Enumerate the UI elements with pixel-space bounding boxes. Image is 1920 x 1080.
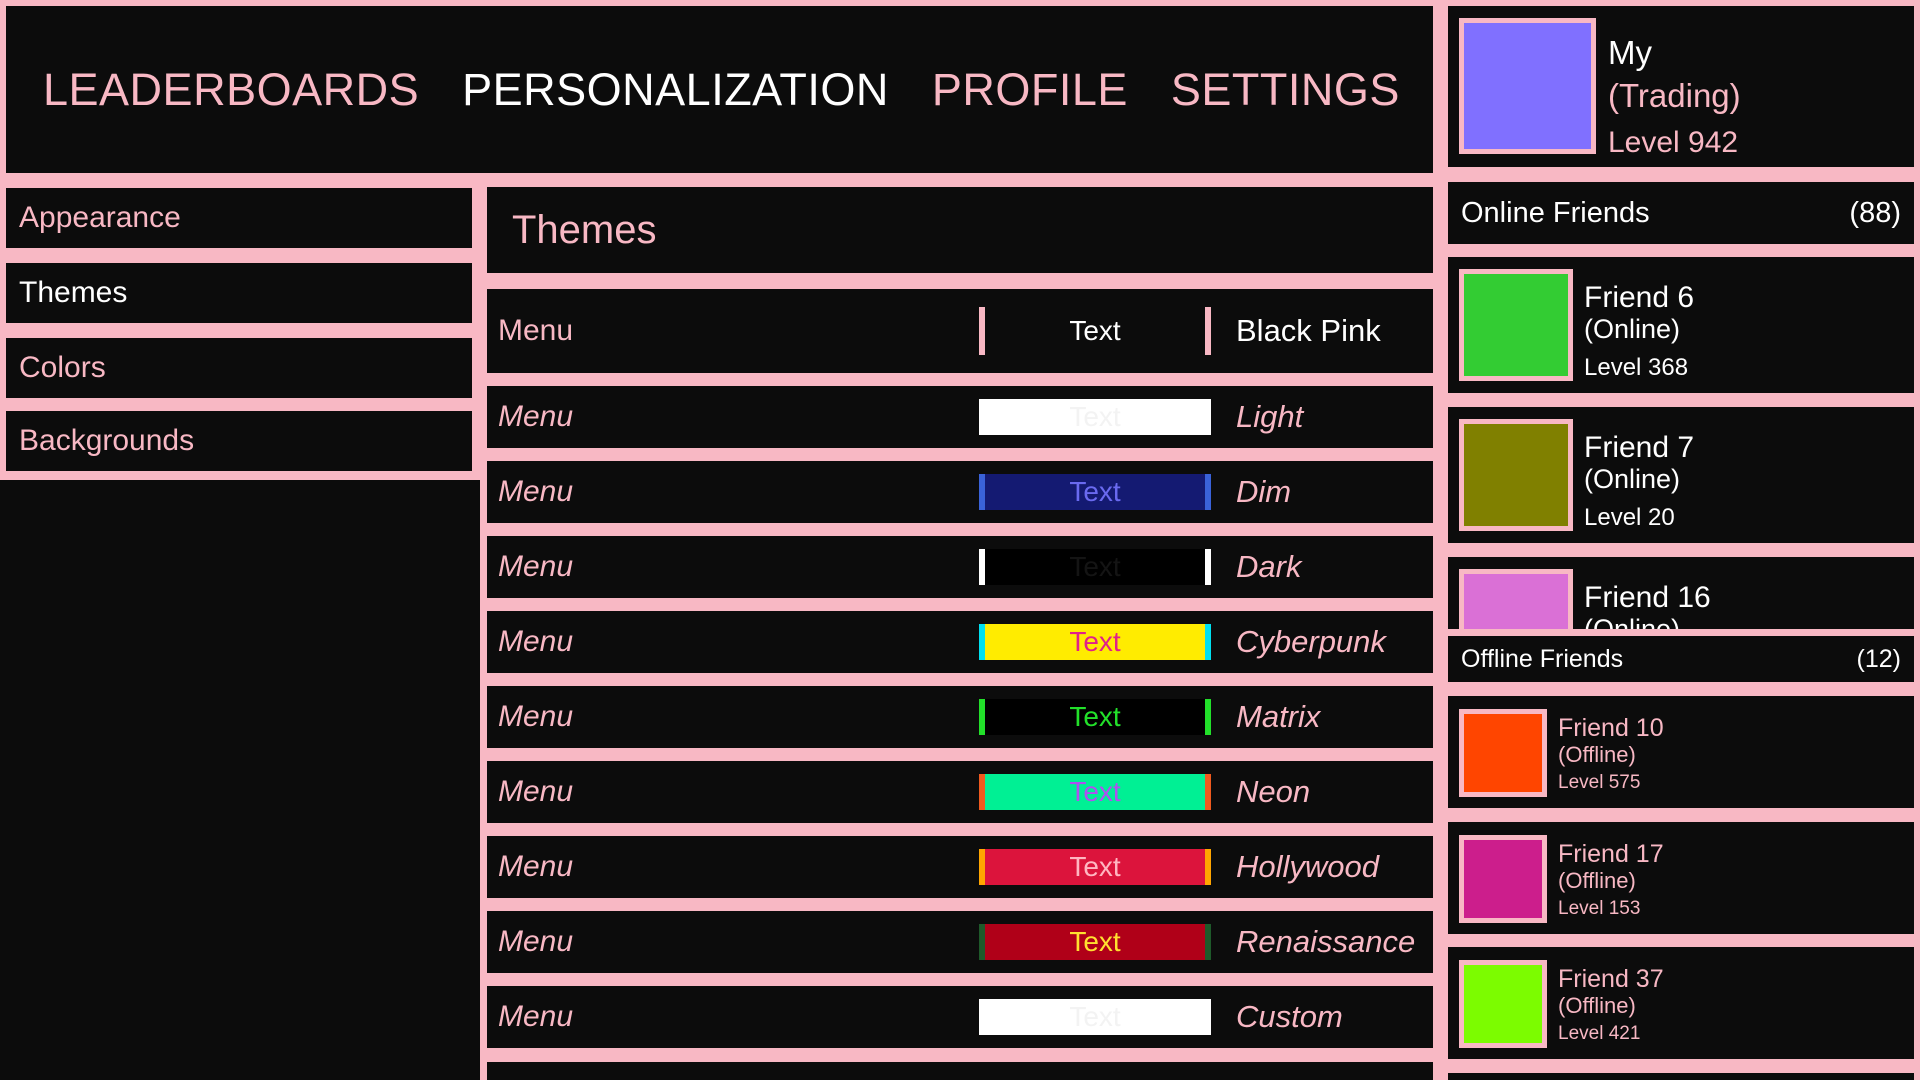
friend-level: Level 575 bbox=[1558, 772, 1641, 793]
avatar bbox=[1459, 269, 1573, 381]
friend-status: (Online) bbox=[1584, 464, 1681, 494]
online-friends-list: Friend 6 (Online) Level 368 Friend 7 (On… bbox=[0, 0, 1920, 629]
theme-swatch: Text bbox=[979, 774, 1211, 810]
theme-name: Matrix bbox=[1236, 699, 1321, 734]
offline-friends-title: Offline Friends bbox=[1461, 644, 1624, 673]
friend-level: Level 20 bbox=[1584, 504, 1675, 531]
theme-menu-label: Menu bbox=[498, 925, 574, 958]
theme-row-hollywood[interactable]: Menu Text Hollywood bbox=[487, 836, 1433, 898]
friend-card-partial[interactable] bbox=[1448, 1073, 1914, 1080]
theme-swatch: Text bbox=[979, 699, 1211, 735]
theme-row-renaissance[interactable]: Menu Text Renaissance bbox=[487, 911, 1433, 973]
friend-status: (Online) bbox=[1584, 614, 1681, 629]
theme-swatch: Text bbox=[979, 924, 1211, 960]
friend-card-online[interactable]: Friend 6 (Online) Level 368 bbox=[1448, 257, 1914, 393]
theme-row-matrix[interactable]: Menu Text Matrix bbox=[487, 686, 1433, 748]
friend-card-online[interactable]: Friend 16 (Online) bbox=[1448, 557, 1914, 629]
offline-friends-header[interactable]: Offline Friends (12) bbox=[1448, 636, 1914, 682]
friend-name: Friend 6 bbox=[1584, 281, 1695, 314]
friend-name: Friend 17 bbox=[1558, 840, 1664, 868]
theme-row-neon[interactable]: Menu Text Neon bbox=[487, 761, 1433, 823]
avatar bbox=[1459, 569, 1573, 629]
avatar bbox=[1459, 960, 1547, 1048]
avatar bbox=[1459, 835, 1547, 923]
theme-swatch: Text bbox=[979, 624, 1211, 660]
theme-row-custom[interactable]: Menu Text Custom bbox=[487, 986, 1433, 1048]
friend-card-offline[interactable]: Friend 10 (Offline) Level 575 bbox=[1448, 696, 1914, 808]
friend-status: (Offline) bbox=[1558, 742, 1636, 767]
theme-menu-label: Menu bbox=[498, 850, 574, 883]
friend-card-offline[interactable]: Friend 37 (Offline) Level 421 bbox=[1448, 947, 1914, 1059]
friend-level: Level 368 bbox=[1584, 354, 1689, 381]
theme-name: Neon bbox=[1236, 774, 1311, 809]
offline-friends-count: (12) bbox=[1856, 644, 1901, 673]
friend-name: Friend 7 bbox=[1584, 431, 1695, 464]
friend-status: (Offline) bbox=[1558, 993, 1636, 1018]
friend-level: Level 421 bbox=[1558, 1023, 1641, 1044]
friend-status: (Offline) bbox=[1558, 868, 1636, 893]
theme-name: Renaissance bbox=[1236, 924, 1416, 959]
friend-name: Friend 37 bbox=[1558, 965, 1664, 993]
theme-menu-label: Menu bbox=[498, 1000, 574, 1033]
friend-status: (Online) bbox=[1584, 314, 1681, 344]
avatar bbox=[1459, 419, 1573, 531]
theme-row-partial[interactable] bbox=[487, 1062, 1433, 1080]
theme-menu-label: Menu bbox=[498, 775, 574, 808]
friend-name: Friend 16 bbox=[1584, 581, 1711, 614]
theme-swatch: Text bbox=[979, 999, 1211, 1035]
friend-card-offline[interactable]: Friend 17 (Offline) Level 153 bbox=[1448, 822, 1914, 934]
theme-name: Custom bbox=[1236, 999, 1343, 1034]
friend-name: Friend 10 bbox=[1558, 714, 1664, 742]
theme-name: Hollywood bbox=[1236, 849, 1380, 884]
avatar bbox=[1459, 709, 1547, 797]
theme-menu-label: Menu bbox=[498, 700, 574, 733]
friend-level: Level 153 bbox=[1558, 898, 1641, 919]
theme-swatch: Text bbox=[979, 849, 1211, 885]
friend-card-online[interactable]: Friend 7 (Online) Level 20 bbox=[1448, 407, 1914, 543]
